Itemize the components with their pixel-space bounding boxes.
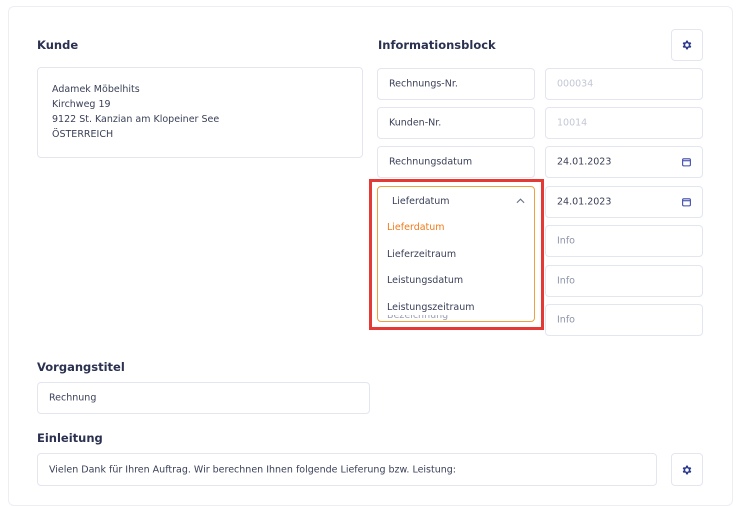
delivery-date-field[interactable]: 24.01.2023 [545, 186, 703, 218]
invoice-date-field[interactable]: 24.01.2023 [545, 146, 703, 178]
dropdown-option-leistungsdatum[interactable]: Leistungsdatum [387, 275, 463, 286]
address-line: 9122 St. Kanzian am Klopeiner See [52, 114, 220, 125]
date-type-dropdown[interactable]: Lieferdatum Lieferdatum Lieferzeitraum L… [377, 186, 535, 322]
customer-address-box[interactable]: Adamek Möbelhits Kirchweg 19 9122 St. Ka… [37, 67, 363, 158]
customer-heading: Kunde [37, 38, 79, 52]
address-line: ÖSTERREICH [52, 129, 114, 140]
info-field[interactable]: Info [545, 304, 703, 336]
address-line: Adamek Möbelhits [52, 84, 140, 95]
invoice-number-field[interactable]: 000034 [545, 68, 703, 100]
calendar-icon[interactable] [682, 198, 691, 207]
dropdown-option-leistungszeitraum[interactable]: Leistungszeitraum [387, 302, 475, 313]
info-block-settings-button[interactable] [671, 29, 703, 61]
hidden-label-behind-dropdown: Bezeichnung [387, 315, 449, 321]
gear-icon [682, 40, 692, 50]
dropdown-option-lieferdatum[interactable]: Lieferdatum [387, 222, 445, 233]
gear-icon [682, 465, 692, 474]
address-line: Kirchweg 19 [52, 99, 111, 110]
info-block-heading: Informationsblock [378, 38, 496, 52]
calendar-icon[interactable] [682, 158, 691, 167]
intro-heading: Einleitung [37, 431, 103, 445]
invoice-number-label: Rechnungs-Nr. [377, 68, 535, 100]
info-field[interactable]: Info [545, 265, 703, 297]
info-field[interactable]: Info [545, 225, 703, 257]
customer-number-label: Kunden-Nr. [377, 107, 535, 139]
intro-settings-button[interactable] [671, 453, 703, 486]
intro-input[interactable]: Vielen Dank für Ihren Auftrag. Wir berec… [37, 453, 657, 486]
dropdown-option-lieferzeitraum[interactable]: Lieferzeitraum [387, 249, 456, 260]
title-input[interactable]: Rechnung [37, 382, 370, 414]
dropdown-selected-value[interactable]: Lieferdatum [392, 196, 450, 207]
chevron-up-icon[interactable] [516, 198, 525, 204]
invoice-date-label: Rechnungsdatum [377, 146, 535, 178]
customer-number-field[interactable]: 10014 [545, 107, 703, 139]
title-heading: Vorgangstitel [37, 360, 125, 374]
